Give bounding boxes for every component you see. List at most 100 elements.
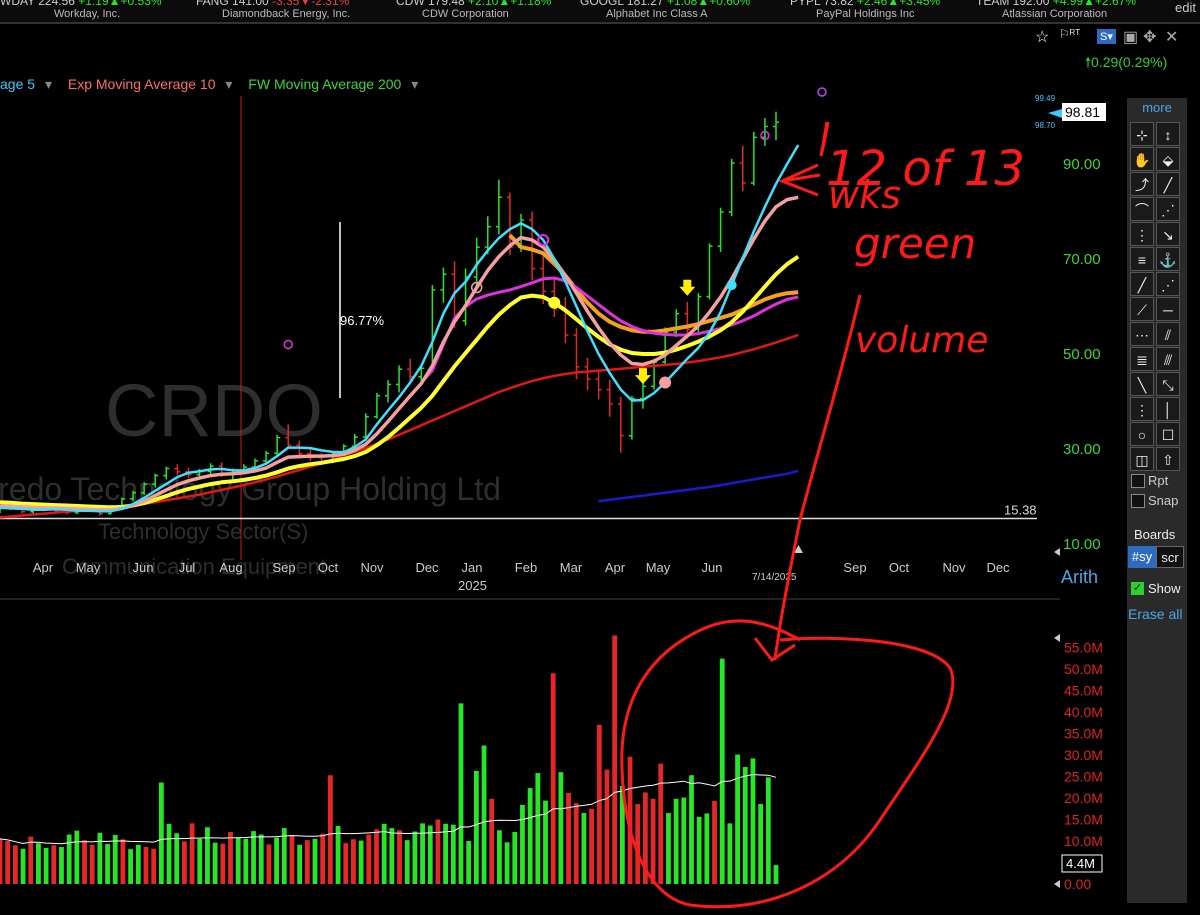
price-tick-label: 30.00: [1063, 441, 1101, 458]
drawing-tool-button[interactable]: ⇧: [1156, 447, 1180, 471]
drawing-tool-button[interactable]: ⬙: [1156, 147, 1180, 171]
stock-chart[interactable]: CRDO Credo Technology Group Holding Ltd …: [0, 0, 1127, 915]
drawing-tool-button[interactable]: ⋯: [1130, 322, 1154, 346]
volume-bar: [596, 724, 602, 884]
scroll-left-icon[interactable]: [1054, 634, 1060, 642]
drawing-tool-button[interactable]: ⟋: [1130, 297, 1154, 321]
volume-bar: [689, 775, 694, 884]
drawing-tool-button[interactable]: ⋰: [1156, 272, 1180, 296]
volume-tick-label: 55.0M: [1064, 640, 1103, 656]
volume-bar: [650, 798, 656, 884]
volume-tick-label: 40.0M: [1064, 704, 1103, 720]
watermark-sector: Technology Sector(S): [98, 519, 308, 544]
scroll-left-icon[interactable]: [1054, 548, 1060, 556]
measure-tool[interactable]: 96.77%: [339, 222, 385, 398]
volume-bar: [212, 842, 218, 884]
volume-bar: [696, 816, 702, 884]
volume-bar: [351, 839, 356, 884]
time-axis: Apr May Jun Jul Aug Sep Oct Nov Dec Jan Feb Mar Apr M…: [33, 560, 1010, 575]
volume-bar: [450, 824, 456, 884]
volume-bar: [673, 798, 679, 884]
drawing-tool-button[interactable]: ⋰: [1156, 197, 1180, 221]
month-label: Oct: [889, 560, 910, 575]
month-label: Apr: [33, 560, 54, 575]
volume-bar: [397, 830, 402, 884]
drawing-tool-button[interactable]: ⤡: [1156, 372, 1180, 396]
sym-tab[interactable]: #sy: [1128, 546, 1156, 568]
yellow-down-arrow-icon: [634, 368, 651, 385]
drawing-tool-button[interactable]: ⊹: [1130, 122, 1154, 146]
volume-bar: [458, 703, 464, 884]
drawing-tool-button[interactable]: ↕: [1156, 122, 1180, 146]
volume-bar: [251, 831, 256, 884]
price-tick-label: 10.00: [1063, 536, 1101, 553]
move-icon[interactable]: ✥: [1143, 27, 1156, 47]
rpt-label: Rpt: [1148, 473, 1169, 488]
yellow-down-arrow-icon: [679, 279, 696, 296]
close-icon[interactable]: ✕: [1165, 27, 1178, 47]
edit-link[interactable]: edit: [1175, 0, 1196, 15]
measure-label: 96.77%: [340, 313, 385, 328]
volume-bar: [704, 813, 710, 884]
volume-bar: [666, 813, 671, 884]
drawing-tool-button[interactable]: ⌒: [1130, 197, 1154, 221]
volume-bar: [197, 838, 203, 884]
drawing-tool-button[interactable]: ╱: [1156, 172, 1180, 196]
volume-axis: 55.0M 50.0M 45.0M 40.0M 35.0M 30.0M 25.0M 20.0M…: [1064, 640, 1103, 893]
drawing-tool-button[interactable]: ⚓: [1156, 247, 1180, 271]
drawing-tool-button[interactable]: ⫻: [1156, 347, 1180, 371]
annotation-line2: wks: [828, 173, 901, 217]
drawing-tool-button[interactable]: ↘: [1156, 222, 1180, 246]
volume-bar: [773, 865, 779, 884]
boards-label: Boards: [1134, 527, 1176, 542]
volume-bar: [174, 833, 180, 884]
snap-checkbox[interactable]: [1131, 494, 1145, 508]
volume-current-tag: 4.4M: [1061, 854, 1103, 873]
watermark-symbol: CRDO: [105, 369, 323, 452]
scr-tab[interactable]: scr: [1156, 546, 1184, 568]
rpt-checkbox[interactable]: [1131, 474, 1145, 488]
drawing-tool-button[interactable]: ☐: [1156, 422, 1180, 446]
month-label: Oct: [318, 560, 339, 575]
volume-bar: [158, 782, 164, 884]
last-price-value: 98.81: [1065, 104, 1100, 120]
volume-bar: [112, 834, 118, 884]
volume-bar: [727, 823, 733, 884]
drawing-tool-button[interactable]: │: [1156, 397, 1180, 421]
drawing-tool-button[interactable]: ⋮: [1130, 397, 1154, 421]
month-label: Nov: [942, 560, 966, 575]
drawing-tool-button[interactable]: ╲: [1130, 372, 1154, 396]
volume-bar: [635, 804, 641, 884]
volume-bar: [327, 775, 333, 884]
drawing-tool-button[interactable]: ⤴: [1130, 172, 1154, 196]
drawing-tool-button[interactable]: ─: [1156, 297, 1180, 321]
snap-label: Snap: [1148, 493, 1179, 508]
drawing-tool-button[interactable]: ≡: [1130, 247, 1154, 271]
year-label: 2025: [458, 578, 487, 593]
scroll-left-icon[interactable]: [1054, 880, 1060, 888]
moving-averages: [0, 144, 800, 519]
drawing-tool-button[interactable]: ⋮: [1130, 222, 1154, 246]
volume-bar: [228, 831, 233, 884]
volume-bar: [304, 840, 310, 884]
volume-bar: [0, 838, 3, 884]
drawing-tool-button[interactable]: ⫽: [1156, 322, 1180, 346]
watermark-company: Credo Technology Group Holding Ltd: [0, 471, 501, 507]
drawing-tool-button[interactable]: ○: [1130, 422, 1154, 446]
volume-bar: [389, 828, 395, 884]
more-link[interactable]: more: [1127, 100, 1187, 115]
month-label: Feb: [515, 560, 537, 575]
scale-toggle[interactable]: Arith: [1061, 567, 1098, 588]
drawing-tool-button[interactable]: ≣: [1130, 347, 1154, 371]
volume-bar: [5, 841, 11, 884]
erase-all-link[interactable]: Erase all: [1128, 606, 1182, 622]
month-label: Jul: [179, 560, 196, 575]
volume-bar: [581, 813, 587, 884]
drawing-tool-button[interactable]: ╱: [1130, 272, 1154, 296]
show-checkbox[interactable]: ✓: [1131, 582, 1144, 595]
volume-bar: [489, 798, 495, 884]
volume-bar: [235, 837, 241, 884]
volume-bar: [481, 745, 487, 884]
drawing-tool-button[interactable]: ◫: [1130, 447, 1154, 471]
drawing-tool-button[interactable]: ✋: [1130, 147, 1154, 171]
